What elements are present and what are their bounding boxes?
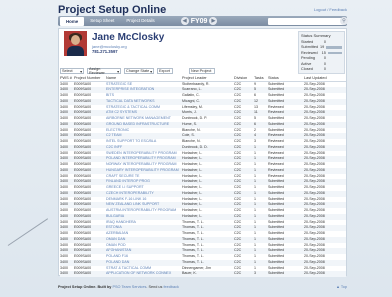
feedback-link[interactable]: feedback [163,285,178,289]
change-state-dropdown[interactable]: Change State ▾ [124,68,154,74]
table-cell[interactable]: NORWAY INTEROPERABILITY PROGRAM [106,162,182,168]
table-cell: 3 [254,271,268,277]
tab-home[interactable]: Home [60,16,85,26]
table-row[interactable]: 3400 E009SA00 APPLICATION OF NETWORK CONNE… [60,271,346,277]
footer: Project Setup Online. Built by PSO Team … [58,285,179,289]
search-input[interactable] [268,17,344,25]
projects-table: PWS # Project Number Name Project Leader… [60,76,346,277]
table-cell: E009SA00 [74,271,106,277]
export-button[interactable]: Export [157,68,173,74]
user-phone: 781.271.3597 [92,49,118,54]
assign-reviewer-dropdown[interactable]: Assign Reviewer ▾ [87,67,121,75]
status-bar [326,46,342,49]
table-cell[interactable]: HUNGARY INTEROPERABILITY PROGRAM [106,167,182,174]
app-window: Project Setup Online Logout / Feedback H… [0,0,392,297]
chevron-left-icon[interactable]: ◀ [180,17,189,25]
decorative-line [7,218,49,246]
user-name: Jane McClosky [92,32,165,43]
tab-setup-sheet[interactable]: Setup Sheet [84,16,120,26]
user-profile: Jane McClosky jane@mcclosky.org 781.271.… [64,31,182,58]
filter-bar: Select ▾ Assign Reviewer ▾ Change State ▾ E… [60,67,218,75]
chevron-down-icon: ▾ [80,69,82,74]
fiscal-year-switcher: ◀ FY09 ▶ [179,17,220,25]
team-link[interactable]: PSO Team Services [112,285,146,289]
select-dropdown[interactable]: Select ▾ [60,68,84,74]
table-cell: Bauer, K. [182,271,234,277]
status-row: Closed 0 [301,67,326,72]
tab-project-details[interactable]: Project Details [120,16,160,26]
table-cell[interactable]: AIRBORNE NETWORK MANAGEMENT [106,116,182,122]
table-body: 3400 E009SA00 STRATEGIC SE Stoltenbaardy, R… [60,81,346,277]
fiscal-year-label: FY09 [190,17,208,25]
table-cell: 20-Sep-2008 [304,271,346,277]
search-icon[interactable]: ⚲ [340,17,348,25]
chevron-down-icon: ▾ [117,69,119,74]
app-title: Project Setup Online [58,4,167,16]
new-project-button[interactable]: New Project [189,68,215,74]
status-summary-title: Status Summary [301,33,331,38]
table-cell: Submitted [268,271,304,277]
chevron-down-icon: ▾ [150,69,152,74]
table-cell[interactable]: APPLICATION OF NETWORK CONNEX [106,271,182,277]
status-bar [327,51,343,54]
table-cell[interactable]: AUSTRIA INTEROPERABILITY PROGRAM [106,208,182,214]
status-summary: Status Summary Started 0 Submitted 19 Revi… [298,31,345,74]
avatar [64,31,87,56]
chevron-right-icon[interactable]: ▶ [209,17,218,25]
logout-link[interactable]: Logout / Feedback [314,7,347,12]
table-cell: 3400 [60,271,74,277]
table-cell: C2C [234,271,254,277]
back-to-top-link[interactable]: ▲ Top [336,285,347,289]
